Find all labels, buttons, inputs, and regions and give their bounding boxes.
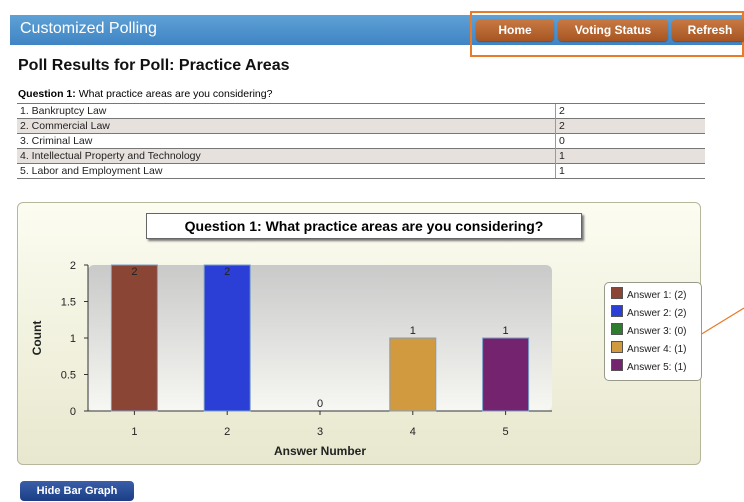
x-tick-label: 3 [317, 426, 323, 438]
x-axis-label: Answer Number [274, 444, 366, 458]
y-tick-label: 1 [70, 333, 76, 345]
x-tick-label: 5 [503, 426, 509, 438]
bar [110, 264, 158, 412]
data-label: 1 [410, 325, 416, 337]
legend-label: Answer 3: (0) [627, 326, 687, 337]
x-tick-label: 4 [410, 426, 416, 438]
legend-item: Answer 3: (0) [611, 323, 686, 337]
data-label: 2 [224, 266, 230, 278]
bar-chart: 0 0.5 1 1.5 2 Count 2 1 2 2 0 3 1 4 1 5 Answer Number [30, 260, 552, 458]
legend-label: Answer 5: (1) [627, 362, 687, 373]
legend-item: Answer 1: (2) [611, 287, 686, 301]
legend-item: Answer 2: (2) [611, 305, 686, 319]
legend-swatch [611, 341, 623, 353]
y-tick-label: 0 [70, 406, 76, 418]
bar [482, 337, 530, 412]
legend-swatch [611, 305, 623, 317]
bar [203, 264, 251, 412]
data-label: 0 [317, 398, 323, 410]
legend-label: Answer 1: (2) [627, 290, 687, 301]
data-label: 1 [503, 325, 509, 337]
chart-title: Question 1: What practice areas are you … [146, 213, 582, 239]
hide-bar-graph-button[interactable]: Hide Bar Graph [20, 481, 134, 501]
legend-label: Answer 4: (1) [627, 344, 687, 355]
y-tick-label: 1.5 [61, 297, 76, 309]
x-tick-label: 2 [224, 426, 230, 438]
legend-item: Answer 4: (1) [611, 341, 686, 355]
chart-legend: Answer 1: (2) Answer 2: (2) Answer 3: (0) A… [604, 282, 702, 381]
y-tick-label: 2 [70, 260, 76, 272]
legend-label: Answer 2: (2) [627, 308, 687, 319]
y-tick-label: 0.5 [61, 370, 76, 382]
y-axis-label: Count [30, 321, 44, 356]
x-tick-label: 1 [131, 426, 137, 438]
legend-swatch [611, 359, 623, 371]
legend-swatch [611, 323, 623, 335]
data-label: 2 [131, 266, 137, 278]
bar [389, 337, 437, 412]
legend-swatch [611, 287, 623, 299]
legend-item: Answer 5: (1) [611, 359, 686, 373]
